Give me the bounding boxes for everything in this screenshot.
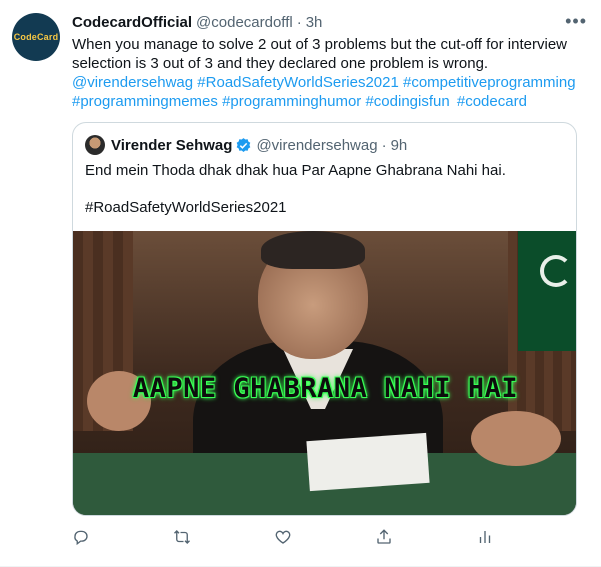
quoted-tweet[interactable]: Virender Sehwag @virendersehwag · 9h End…: [72, 122, 577, 516]
share-icon[interactable]: [375, 528, 395, 548]
hand-right: [471, 411, 561, 466]
hashtag-link[interactable]: #programminghumor: [222, 93, 361, 110]
tweet-text: When you manage to solve 2 out of 3 prob…: [72, 35, 577, 111]
tweet[interactable]: CodeCard CodecardOfficial @codecardoffl …: [0, 0, 601, 567]
flag: [518, 231, 576, 351]
meme-caption: AAPNE GHABRANA NAHI HAI: [132, 373, 519, 404]
person-hair: [261, 231, 365, 269]
tweet-header: CodecardOfficial @codecardoffl · 3h: [72, 11, 587, 33]
author-handle[interactable]: @codecardoffl: [196, 14, 293, 31]
quoted-hashtag: #RoadSafetyWorldSeries2021: [85, 199, 287, 216]
author-name[interactable]: CodecardOfficial: [72, 14, 192, 31]
author-avatar[interactable]: CodeCard: [12, 13, 60, 61]
quoted-media-image[interactable]: AAPNE GHABRANA NAHI HAI: [73, 231, 576, 515]
hashtag-link[interactable]: #programmingmemes: [72, 93, 218, 110]
hashtag-link[interactable]: #codingisfun: [365, 93, 449, 110]
tweet-body: When you manage to solve 2 out of 3 prob…: [72, 36, 567, 72]
separator: ·: [296, 13, 302, 31]
quoted-timestamp: 9h: [390, 136, 408, 154]
analytics-icon[interactable]: [476, 528, 496, 548]
hashtag-link[interactable]: #competitiveprogramming: [403, 74, 576, 91]
hashtag-link[interactable]: #RoadSafetyWorldSeries2021: [197, 74, 399, 91]
tweet-content: CodecardOfficial @codecardoffl · 3h ••• …: [72, 11, 587, 111]
retweet-icon[interactable]: [173, 528, 193, 548]
quoted-author-name: Virender Sehwag: [111, 136, 233, 154]
quoted-tweet-header: Virender Sehwag @virendersehwag · 9h: [85, 135, 407, 155]
more-horizontal-icon[interactable]: •••: [565, 11, 587, 32]
mention-link[interactable]: @virendersehwag: [72, 74, 193, 91]
timestamp[interactable]: 3h: [306, 14, 323, 31]
tweet-actions: [72, 528, 502, 548]
avatar-logo-text: CodeCard: [13, 32, 59, 42]
separator: ·: [381, 136, 387, 154]
like-icon[interactable]: [274, 528, 294, 548]
papers: [306, 432, 430, 492]
reply-icon[interactable]: [72, 528, 92, 548]
quoted-tweet-text: End mein Thoda dhak dhak hua Par Aapne G…: [85, 162, 506, 179]
hashtag-link[interactable]: #codecard: [457, 93, 527, 110]
verified-badge-icon: [237, 137, 251, 152]
quoted-author-avatar: [85, 135, 105, 155]
quoted-author-handle: @virendersehwag: [256, 136, 378, 154]
